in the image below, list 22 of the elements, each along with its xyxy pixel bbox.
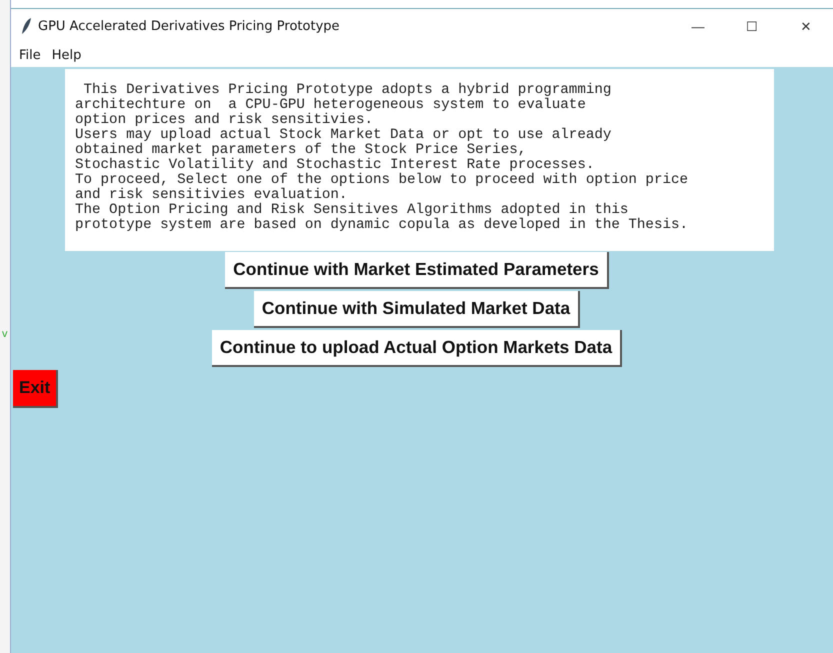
menu-item[interactable]: File [19, 48, 41, 62]
close-button[interactable]: ✕ [779, 11, 833, 41]
description-line: This Derivatives Pricing Prototype adopts a hybrid programming [84, 83, 612, 98]
minimize-button[interactable]: — [671, 11, 725, 41]
description-line: option prices and risk sensitivies. [75, 113, 373, 128]
continue-button[interactable]: Continue with Simulated Market Data [254, 291, 580, 328]
window-title: GPU Accelerated Derivatives Pricing Prototype [38, 18, 340, 34]
description-line: To proceed, Select one of the options below to proceed with option price [75, 173, 689, 188]
exit-button[interactable]: Exit [13, 370, 58, 408]
description-line: architechture on a CPU-GPU heterogeneous system to evaluate [75, 98, 587, 113]
continue-button[interactable]: Continue to upload Actual Option Markets Data [212, 330, 622, 367]
desktop-mark: v [2, 328, 8, 340]
maximize-button[interactable]: ☐ [725, 11, 779, 41]
description-line: prototype system are based on dynamic copula as developed in the Thesis. [75, 218, 689, 233]
description-line: Users may upload actual Stock Market Data or opt to use already [75, 128, 612, 143]
continue-button[interactable]: Continue with Market Estimated Parameters [225, 252, 609, 289]
description-line: Stochastic Volatility and Stochastic Interest Rate processes. [75, 158, 594, 173]
menu-item[interactable]: Help [52, 48, 82, 62]
feather-icon [20, 17, 32, 35]
description-line: obtained market parameters of the Stock Price Series, [75, 143, 528, 158]
description-line: The Option Pricing and Risk Sensitives Algorithms adopted in this [75, 203, 628, 218]
description-line: and risk sensitivies evaluation. [75, 188, 348, 203]
